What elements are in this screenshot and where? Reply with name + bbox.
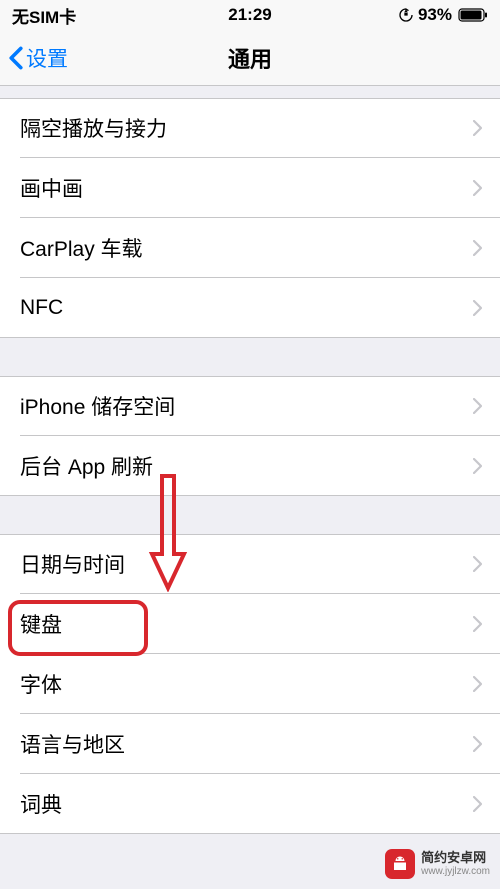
chevron-right-icon <box>473 796 482 812</box>
chevron-left-icon <box>8 46 24 70</box>
nav-bar: 设置 通用 <box>0 30 500 86</box>
carrier-text: 无SIM卡 <box>12 3 76 28</box>
chevron-right-icon <box>473 240 482 256</box>
row-fonts[interactable]: 字体 <box>0 654 500 714</box>
row-label: 画中画 <box>20 173 83 203</box>
watermark-text: 简约安卓网 www.jyjlzw.com <box>421 851 490 876</box>
row-label: 日期与时间 <box>20 549 125 579</box>
watermark: 简约安卓网 www.jyjlzw.com <box>385 849 490 879</box>
row-background-app-refresh[interactable]: 后台 App 刷新 <box>0 436 500 496</box>
watermark-logo-icon <box>385 849 415 879</box>
row-language-region[interactable]: 语言与地区 <box>0 714 500 774</box>
content: 隔空播放与接力 画中画 CarPlay 车载 NFC iPhone 储存空间 后… <box>0 86 500 889</box>
group-spacer <box>0 86 500 98</box>
row-label: 语言与地区 <box>20 729 125 759</box>
row-carplay[interactable]: CarPlay 车载 <box>0 218 500 278</box>
row-airplay-handoff[interactable]: 隔空播放与接力 <box>0 98 500 158</box>
rotation-lock-icon <box>398 7 414 23</box>
row-label: 词典 <box>20 789 62 819</box>
chevron-right-icon <box>473 736 482 752</box>
chevron-right-icon <box>473 616 482 632</box>
row-keyboard[interactable]: 键盘 <box>0 594 500 654</box>
chevron-right-icon <box>473 180 482 196</box>
status-bar: 无SIM卡 21:29 93% <box>0 0 500 30</box>
chevron-right-icon <box>473 300 482 316</box>
watermark-url: www.jyjlzw.com <box>421 866 490 877</box>
row-label: 隔空播放与接力 <box>20 113 167 143</box>
status-time: 21:29 <box>228 5 271 25</box>
row-label: CarPlay 车载 <box>20 233 143 263</box>
battery-percent: 93% <box>418 5 452 25</box>
row-dictionary[interactable]: 词典 <box>0 774 500 834</box>
row-picture-in-picture[interactable]: 画中画 <box>0 158 500 218</box>
back-label: 设置 <box>26 43 68 73</box>
watermark-title: 简约安卓网 <box>421 851 490 865</box>
back-button[interactable]: 设置 <box>0 43 68 73</box>
chevron-right-icon <box>473 458 482 474</box>
battery-icon <box>458 8 488 22</box>
row-nfc[interactable]: NFC <box>0 278 500 338</box>
status-right: 93% <box>398 5 488 25</box>
group-spacer <box>0 496 500 534</box>
row-label: 键盘 <box>20 609 62 639</box>
page-title: 通用 <box>228 42 272 74</box>
chevron-right-icon <box>473 398 482 414</box>
row-label: 后台 App 刷新 <box>20 451 153 481</box>
chevron-right-icon <box>473 120 482 136</box>
row-iphone-storage[interactable]: iPhone 储存空间 <box>0 376 500 436</box>
chevron-right-icon <box>473 556 482 572</box>
row-date-time[interactable]: 日期与时间 <box>0 534 500 594</box>
group-spacer <box>0 338 500 376</box>
chevron-right-icon <box>473 676 482 692</box>
row-label: 字体 <box>20 669 62 699</box>
row-label: iPhone 储存空间 <box>20 391 175 421</box>
row-label: NFC <box>20 296 63 320</box>
status-carrier: 无SIM卡 <box>12 3 76 28</box>
